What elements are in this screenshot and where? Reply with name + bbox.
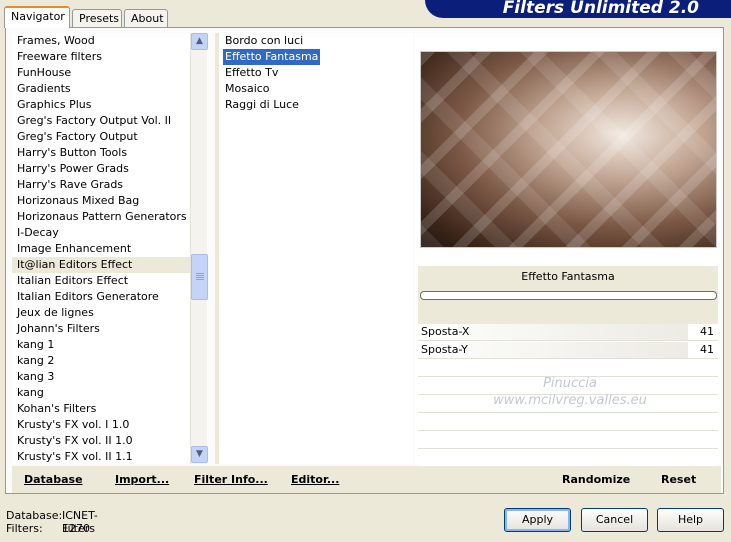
category-item[interactable]: FunHouse — [12, 65, 208, 81]
help-button[interactable]: Help — [657, 508, 724, 532]
watermark: Pinuccia www.mcilvreg.valles.eu — [420, 375, 720, 409]
param-row-empty — [418, 449, 718, 467]
filter-item-selected[interactable]: Effetto Fantasma — [223, 49, 321, 65]
grip-icon — [196, 273, 204, 274]
filter-name-band: Effetto Fantasma — [418, 266, 718, 324]
category-scrollbar[interactable]: ▲ ▼ — [190, 33, 208, 464]
editor-button[interactable]: Editor... — [291, 473, 339, 486]
progress-bar — [420, 291, 717, 300]
category-item[interactable]: Freeware filters — [12, 49, 208, 65]
filter-item[interactable]: Mosaico — [219, 81, 270, 97]
category-item[interactable]: kang 3 — [12, 369, 208, 385]
param-slider-track[interactable] — [458, 324, 688, 340]
filter-item[interactable]: Bordo con luci — [219, 33, 303, 49]
app-title-banner: Filters Unlimited 2.0 — [425, 0, 731, 18]
category-item[interactable]: Frames, Wood — [12, 33, 208, 49]
status-filters-label: Filters: — [6, 522, 43, 535]
watermark-line2: www.mcilvreg.valles.eu — [493, 393, 647, 408]
category-item[interactable]: Greg's Factory Output — [12, 129, 208, 145]
category-item[interactable]: Harry's Rave Grads — [12, 177, 208, 193]
category-item[interactable]: Harry's Button Tools — [12, 145, 208, 161]
category-item[interactable]: Italian Editors Effect — [12, 273, 208, 289]
app-title: Filters Unlimited 2.0 — [502, 0, 699, 18]
category-list[interactable]: Frames, Wood Freeware filters FunHouse G… — [12, 33, 208, 464]
param-value: 41 — [700, 325, 714, 338]
category-item[interactable]: kang 1 — [12, 337, 208, 353]
scroll-up-button[interactable]: ▲ — [191, 33, 208, 50]
status-database: Database: ICNET-Filters — [6, 509, 98, 535]
filter-list[interactable]: Bordo con luci Effetto Fantasma Effetto … — [215, 33, 413, 464]
param-row-sposta-y[interactable]: Sposta-Y 41 — [418, 341, 718, 359]
category-item[interactable]: Krusty's FX vol. II 1.1 — [12, 449, 208, 464]
category-item[interactable]: Jeux de lignes — [12, 305, 208, 321]
param-slider-track[interactable] — [458, 342, 688, 358]
status-database-label: Database: — [6, 509, 63, 522]
param-row-empty — [418, 431, 718, 449]
filter-info-button[interactable]: Filter Info... — [194, 473, 268, 486]
import-button[interactable]: Import... — [115, 473, 169, 486]
filter-item[interactable]: Effetto Tv — [219, 65, 278, 81]
scroll-down-button[interactable]: ▼ — [191, 446, 208, 463]
cancel-button[interactable]: Cancel — [581, 508, 648, 532]
filter-item[interactable]: Raggi di Luce — [219, 97, 299, 113]
category-item[interactable]: Kohan's Filters — [12, 401, 208, 417]
category-item[interactable]: Italian Editors Generatore — [12, 289, 208, 305]
category-item[interactable]: Krusty's FX vol. II 1.0 — [12, 433, 208, 449]
preview-image[interactable] — [420, 51, 717, 248]
apply-button[interactable]: Apply — [504, 508, 571, 532]
navigator-action-bar: Database Import... Filter Info... Editor… — [12, 466, 721, 493]
scroll-thumb[interactable] — [191, 254, 208, 300]
category-item-selected[interactable]: It@lian Editors Effect — [12, 257, 208, 273]
category-item[interactable]: Horizonaus Pattern Generators — [12, 209, 208, 225]
database-button[interactable]: Database — [24, 473, 83, 486]
param-row-empty — [418, 413, 718, 431]
category-item[interactable]: Horizonaus Mixed Bag — [12, 193, 208, 209]
tab-navigator[interactable]: Navigator — [4, 6, 70, 28]
tab-presets[interactable]: Presets — [72, 9, 122, 28]
category-item[interactable]: Harry's Power Grads — [12, 161, 208, 177]
category-item[interactable]: kang — [12, 385, 208, 401]
filter-name-label: Effetto Fantasma — [521, 270, 615, 283]
category-item[interactable]: Graphics Plus — [12, 97, 208, 113]
category-item[interactable]: Greg's Factory Output Vol. II — [12, 113, 208, 129]
category-item[interactable]: kang 2 — [12, 353, 208, 369]
param-value: 41 — [700, 343, 714, 356]
status-filters-value: 1270 — [62, 522, 90, 535]
category-item[interactable]: Gradients — [12, 81, 208, 97]
param-label: Sposta-X — [421, 325, 470, 338]
reset-button[interactable]: Reset — [661, 473, 696, 486]
param-label: Sposta-Y — [421, 343, 468, 356]
param-row-sposta-x[interactable]: Sposta-X 41 — [418, 323, 718, 341]
tab-about[interactable]: About — [124, 9, 168, 28]
category-item[interactable]: I-Decay — [12, 225, 208, 241]
chevron-up-icon: ▲ — [196, 36, 203, 46]
chevron-down-icon: ▼ — [196, 449, 203, 459]
status-filters: Filters: 1270 — [6, 522, 90, 535]
watermark-line1: Pinuccia — [543, 376, 597, 391]
category-item[interactable]: Johann's Filters — [12, 321, 208, 337]
randomize-button[interactable]: Randomize — [562, 473, 630, 486]
category-item[interactable]: Krusty's FX vol. I 1.0 — [12, 417, 208, 433]
category-item[interactable]: Image Enhancement — [12, 241, 208, 257]
